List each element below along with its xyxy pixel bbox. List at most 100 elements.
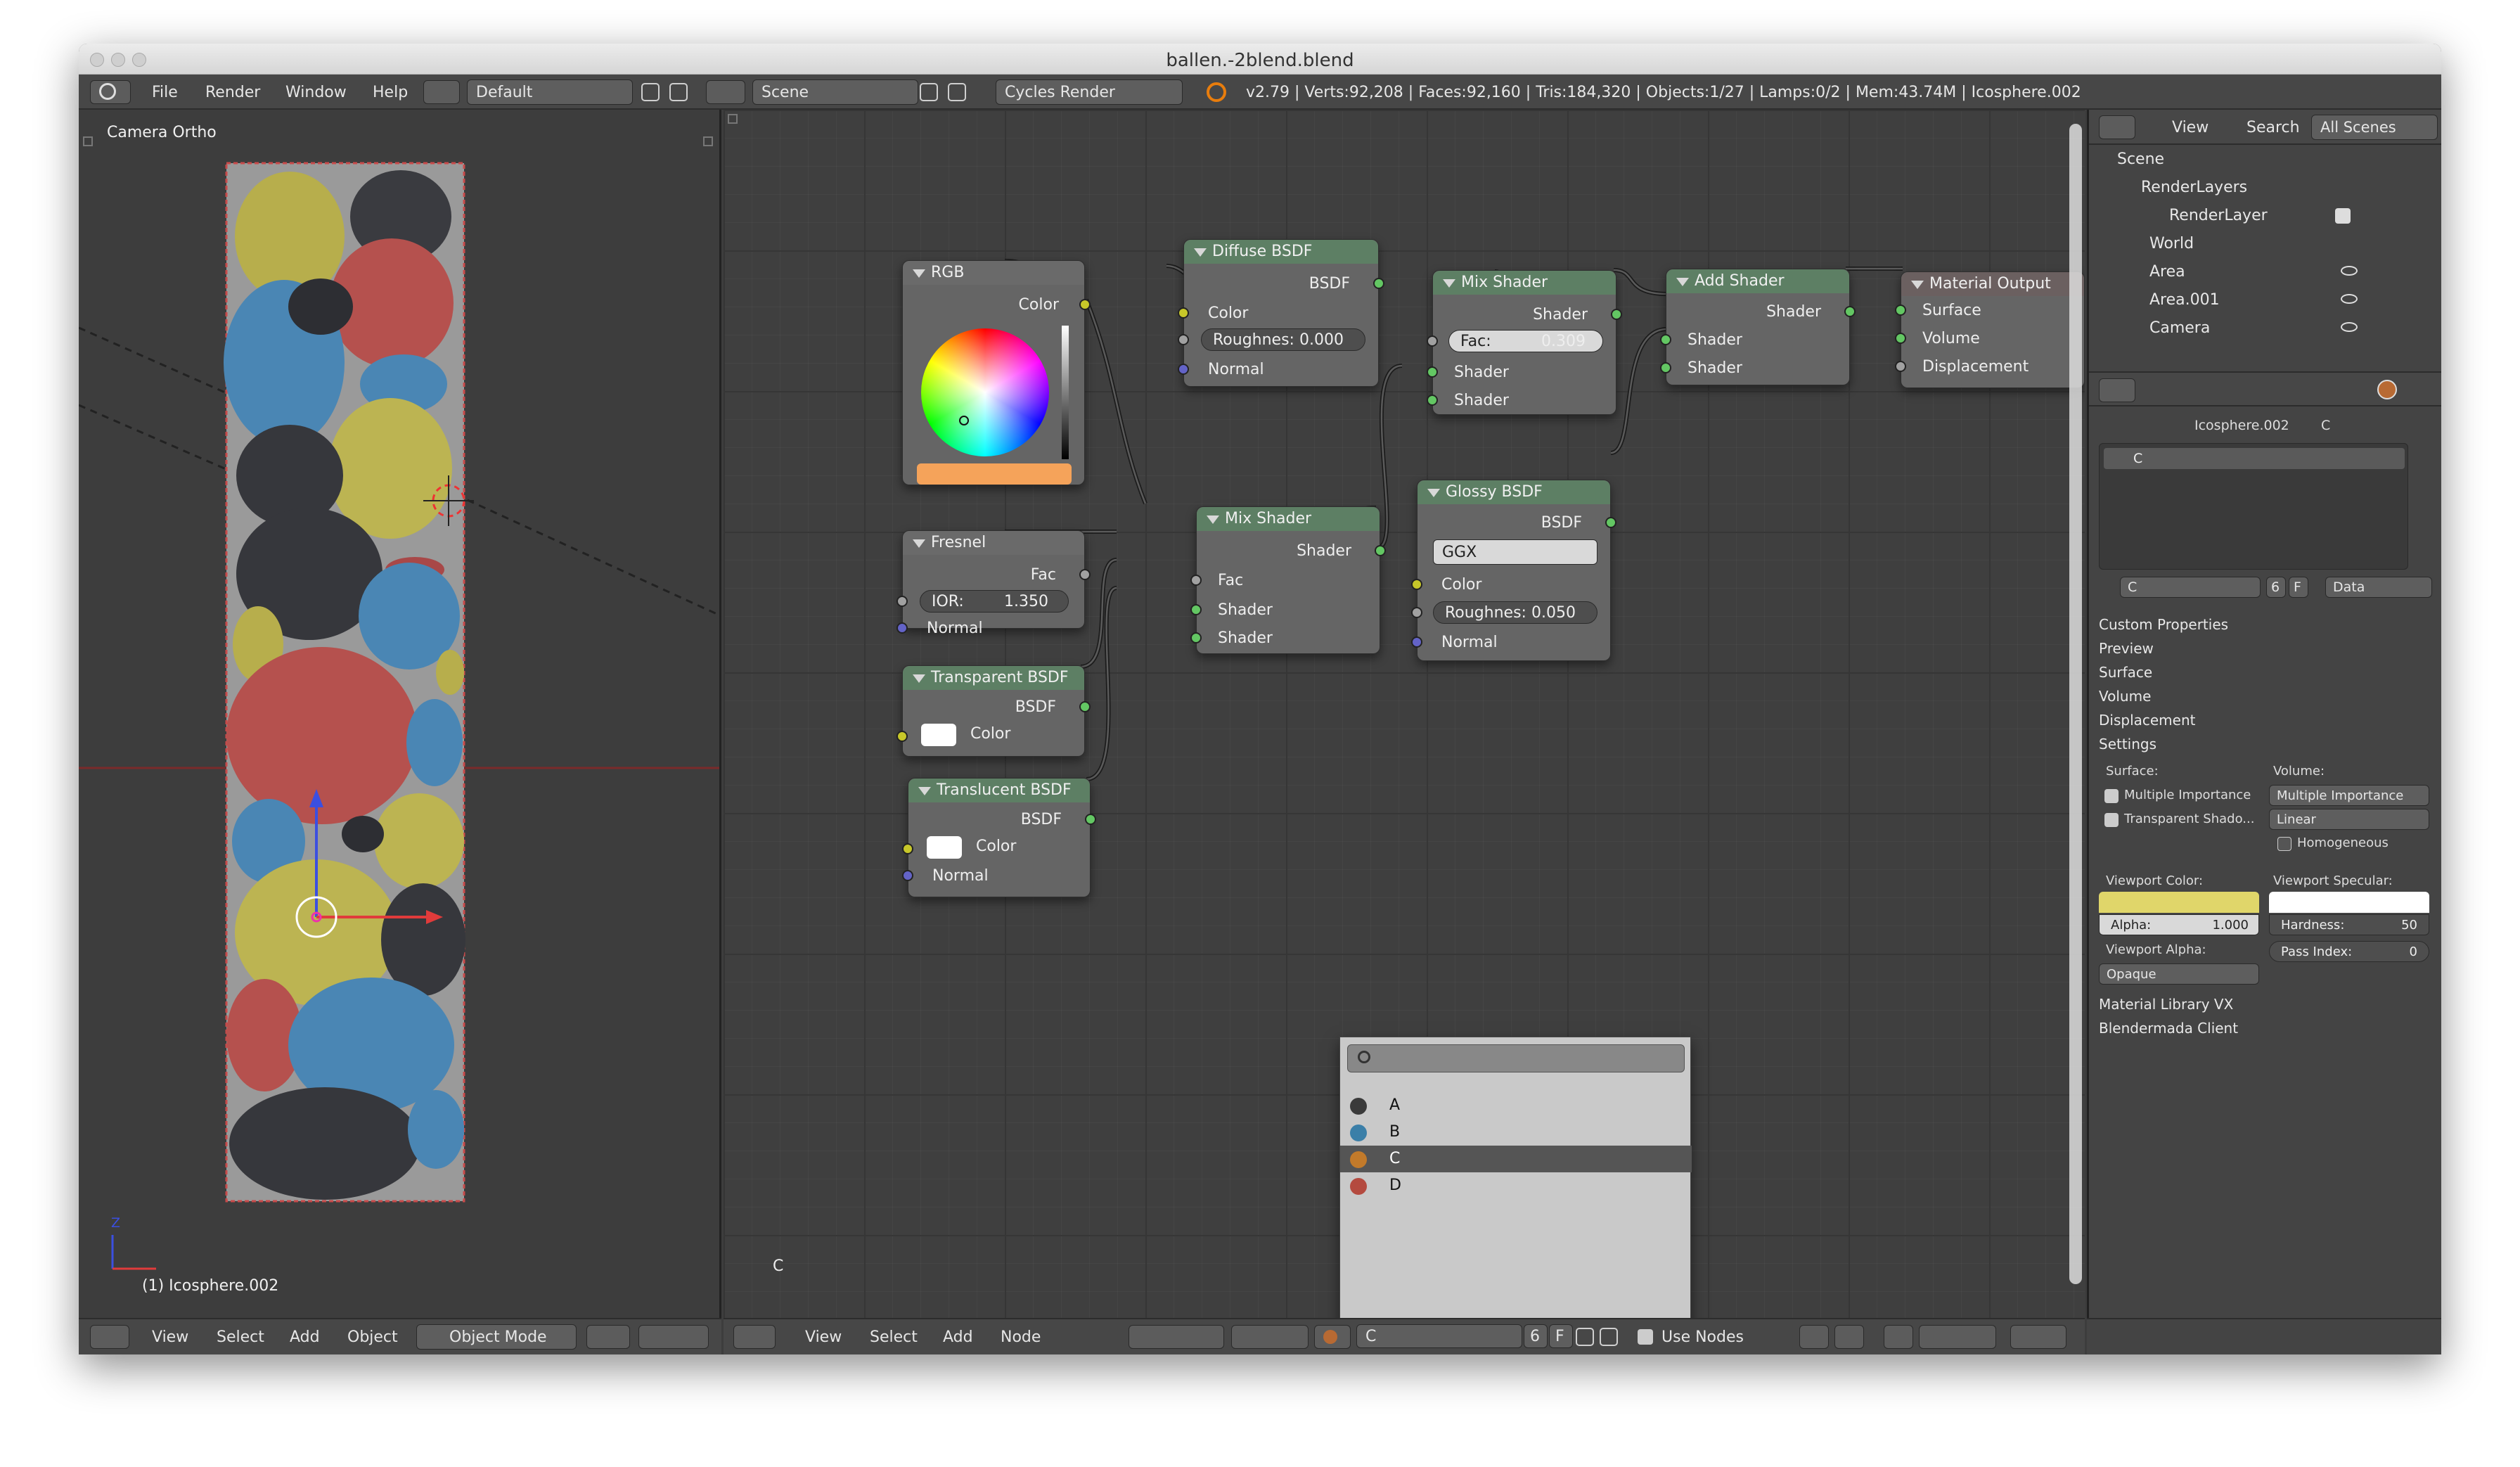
renderlayer-checkbox[interactable]: [2335, 208, 2351, 224]
remove-scene-icon[interactable]: [948, 83, 966, 101]
material-search-popup[interactable]: A B C D: [1339, 1037, 1692, 1318]
add-shader-input2-socket[interactable]: [1660, 362, 1671, 373]
menu-render[interactable]: Render: [205, 84, 260, 101]
scene-browse-icon[interactable]: [706, 80, 745, 104]
panel-blendermada-client[interactable]: Blendermada Client: [2099, 1020, 2238, 1037]
node-diffuse-header[interactable]: Diffuse BSDF: [1184, 240, 1378, 264]
material-slots-list[interactable]: C: [2099, 443, 2408, 570]
translucent-normal-socket[interactable]: [902, 870, 913, 881]
panel-volume[interactable]: Volume: [2099, 688, 2151, 705]
outliner-item-scene[interactable]: Scene: [2117, 150, 2164, 168]
menu-file[interactable]: File: [152, 84, 178, 101]
fresnel-ior-input-socket[interactable]: [896, 596, 908, 607]
material-browse-icon[interactable]: [1314, 1325, 1351, 1349]
volume-interpolation-select[interactable]: Linear: [2269, 809, 2429, 830]
diffuse-roughness-socket[interactable]: [1178, 334, 1189, 345]
diffuse-bsdf-output-socket[interactable]: [1373, 278, 1384, 289]
mix1-shader-output-socket[interactable]: [1375, 545, 1386, 556]
use-nodes-checkbox[interactable]: [1638, 1329, 1653, 1345]
node-material-users-field[interactable]: 6: [1524, 1324, 1548, 1348]
node-material-fake-button[interactable]: F: [1549, 1324, 1573, 1348]
material-name-field[interactable]: C: [2120, 577, 2261, 598]
scene-field[interactable]: Scene: [752, 79, 918, 105]
color-wheel-cursor[interactable]: [959, 416, 969, 425]
viewport-menu-add[interactable]: Add: [290, 1328, 320, 1346]
outliner-filter-select[interactable]: All Scenes: [2311, 115, 2438, 140]
outliner-menu-view[interactable]: View: [2172, 119, 2209, 136]
multiple-importance-checkbox[interactable]: [2104, 789, 2119, 803]
value-slider[interactable]: [1062, 326, 1069, 459]
node-glossy-header[interactable]: Glossy BSDF: [1418, 480, 1610, 504]
node-transparent-bsdf[interactable]: Transparent BSDF BSDF Color: [896, 665, 1091, 757]
node-fresnel[interactable]: Fresnel Fac IOR: 1.350 Normal: [896, 530, 1091, 637]
mix1-shader-input1-socket[interactable]: [1190, 604, 1202, 615]
node-mix-shader-2[interactable]: Mix Shader Shader Fac: 0.309 Shader Shade…: [1427, 270, 1622, 415]
outliner-item-area[interactable]: Area: [2149, 263, 2185, 281]
new-material-icon[interactable]: [1576, 1328, 1594, 1346]
editor-type-info-icon[interactable]: [90, 80, 131, 104]
translucent-bsdf-output-socket[interactable]: [1085, 814, 1096, 825]
mix2-shader-output-socket[interactable]: [1611, 309, 1622, 320]
node-material-name-field[interactable]: C: [1356, 1324, 1522, 1348]
remove-layout-icon[interactable]: [669, 83, 688, 101]
node-glossy-bsdf[interactable]: Glossy BSDF BSDF GGX Color Roughnes: 0.0…: [1411, 480, 1616, 661]
glossy-normal-socket[interactable]: [1411, 636, 1422, 648]
viewport-menu-object[interactable]: Object: [347, 1328, 398, 1346]
visibility-eye-icon-2[interactable]: [2341, 294, 2358, 304]
output-surface-socket[interactable]: [1895, 305, 1906, 316]
glossy-roughness-field[interactable]: Roughnes: 0.050: [1433, 601, 1598, 624]
node-menu-add[interactable]: Add: [943, 1328, 973, 1346]
outliner-menu-search[interactable]: Search: [2246, 119, 2300, 136]
node-editor[interactable]: RGB Color Fresnel Fac IOR: 1.350 Normal T…: [724, 110, 2085, 1318]
fresnel-normal-socket[interactable]: [896, 622, 908, 634]
snap-icons[interactable]: [1919, 1325, 1996, 1349]
panel-surface[interactable]: Surface: [2099, 664, 2152, 681]
material-fake-user-button[interactable]: F: [2289, 577, 2308, 598]
color-wheel[interactable]: [921, 328, 1049, 456]
node-mix2-header[interactable]: Mix Shader: [1433, 271, 1616, 295]
node-menu-view[interactable]: View: [805, 1328, 842, 1346]
viewport-menu-view[interactable]: View: [152, 1328, 188, 1346]
output-volume-socket[interactable]: [1895, 333, 1906, 344]
node-add-header[interactable]: Add Shader: [1666, 269, 1849, 293]
backdrop-icon[interactable]: [1884, 1325, 1913, 1349]
mix2-fac-socket[interactable]: [1427, 335, 1438, 347]
transparent-bsdf-output-socket[interactable]: [1079, 701, 1091, 712]
mix1-fac-socket[interactable]: [1190, 575, 1202, 586]
menu-help[interactable]: Help: [373, 84, 408, 101]
glossy-distribution-select[interactable]: GGX: [1433, 539, 1598, 565]
glossy-bsdf-output-socket[interactable]: [1605, 517, 1616, 528]
panel-settings[interactable]: Settings: [2099, 736, 2156, 752]
material-item-d[interactable]: D: [1340, 1172, 1692, 1199]
hardness-field[interactable]: Hardness: 50: [2269, 914, 2429, 935]
diffuse-normal-socket[interactable]: [1178, 364, 1189, 375]
homogeneous-checkbox[interactable]: [2277, 837, 2291, 851]
node-material-output[interactable]: Material Output Surface Volume Displacem…: [1895, 271, 2085, 388]
node-transparent-header[interactable]: Transparent BSDF: [903, 666, 1084, 690]
node-menu-select[interactable]: Select: [870, 1328, 918, 1346]
rgb-color-output-socket[interactable]: [1079, 299, 1091, 310]
node-editor-vertical-scrollbar[interactable]: [2069, 124, 2082, 1284]
node-add-shader[interactable]: Add Shader Shader Shader Shader: [1660, 269, 1856, 385]
outliner-item-world[interactable]: World: [2149, 235, 2194, 252]
copy-paste-icons[interactable]: [2010, 1325, 2066, 1349]
mix1-shader-input2-socket[interactable]: [1190, 632, 1202, 643]
panel-preview[interactable]: Preview: [2099, 640, 2154, 657]
pass-index-field[interactable]: Pass Index: 0: [2269, 941, 2429, 962]
menu-window[interactable]: Window: [285, 84, 347, 101]
outliner-editor-type-icon[interactable]: [2099, 115, 2135, 139]
mix2-fac-field[interactable]: Fac: 0.309: [1448, 330, 1603, 352]
material-link-select[interactable]: Data: [2325, 577, 2432, 598]
3d-viewport[interactable]: Camera Ortho Z (1) Icosphere.002: [79, 110, 721, 1318]
outliner-item-area001[interactable]: Area.001: [2149, 291, 2220, 309]
outliner-item-camera[interactable]: Camera: [2149, 319, 2210, 337]
viewport-color-swatch[interactable]: [2099, 892, 2259, 913]
transparent-shadows-checkbox[interactable]: [2104, 813, 2119, 827]
shader-type-icons[interactable]: [1231, 1325, 1309, 1349]
mix2-shader-input1-socket[interactable]: [1427, 366, 1438, 378]
node-tree-type-icons[interactable]: [1129, 1325, 1224, 1349]
node-translucent-bsdf[interactable]: Translucent BSDF BSDF Color Normal: [902, 778, 1096, 897]
viewport-alpha-field[interactable]: Alpha: 1.000: [2099, 914, 2259, 935]
node-rgb-header[interactable]: RGB: [903, 261, 1084, 285]
parent-node-icon[interactable]: [1834, 1325, 1864, 1349]
